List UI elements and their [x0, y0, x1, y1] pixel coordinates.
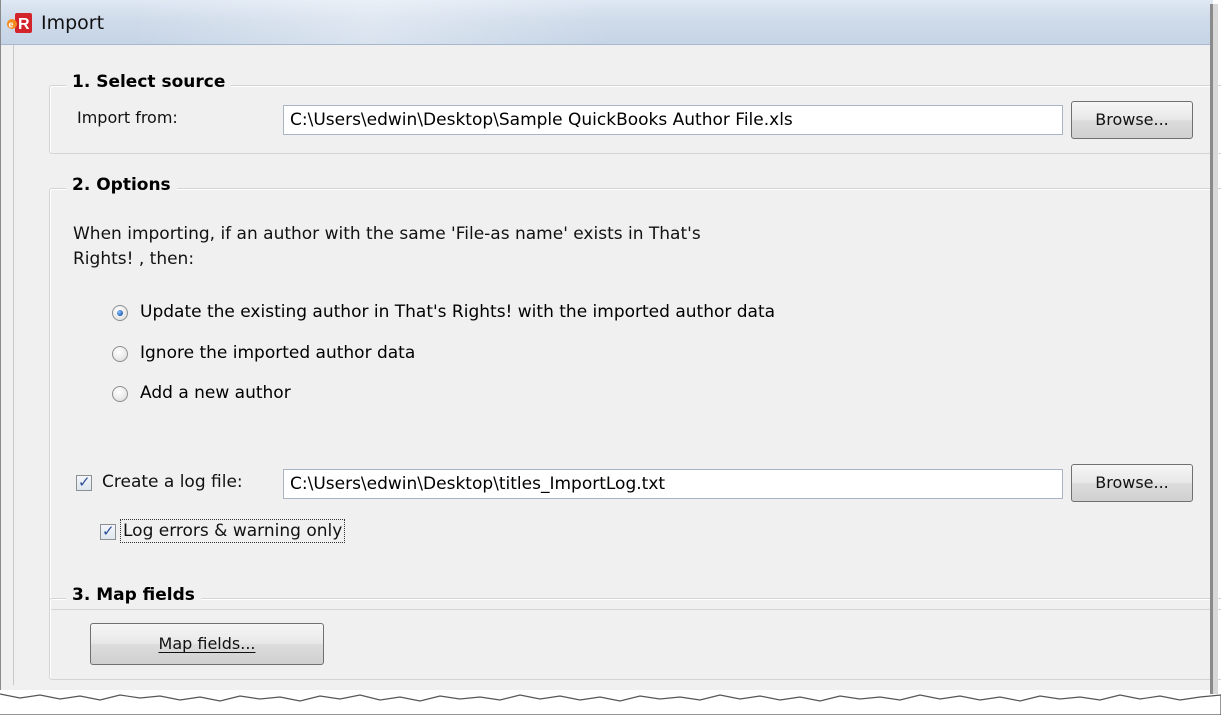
log-errors-label: Log errors & warning only	[120, 519, 346, 543]
create-log-label: Create a log file:	[102, 472, 243, 492]
options-group: 2. Options When importing, if an author …	[49, 175, 1221, 610]
options-description-line2: Rights! , then:	[73, 249, 195, 269]
radio-add-new-label: Add a new author	[140, 383, 291, 403]
er-app-icon: R e	[7, 13, 32, 33]
radio-button-selected[interactable]	[112, 305, 128, 321]
checkmark-icon: ✓	[102, 522, 115, 540]
import-from-label: Import from:	[77, 108, 178, 127]
title-bar[interactable]: R e Import	[1, 0, 1213, 45]
options-description-line1: When importing, if an author with the sa…	[73, 224, 701, 244]
svg-text:R: R	[18, 16, 30, 33]
radio-dot	[117, 310, 123, 316]
create-log-checkbox[interactable]: ✓	[76, 473, 92, 491]
radio-button[interactable]	[112, 346, 128, 362]
torn-edge-decoration	[0, 693, 1221, 715]
window-title: Import	[41, 12, 105, 34]
import-from-input[interactable]: C:\Users\edwin\Desktop\Sample QuickBooks…	[283, 105, 1063, 135]
radio-ignore-imported[interactable]: Ignore the imported author data	[112, 343, 612, 365]
radio-add-new-author[interactable]: Add a new author	[112, 383, 512, 405]
checkmark-icon: ✓	[78, 473, 91, 491]
create-log-checkbox-row[interactable]: ✓ Create a log file:	[76, 472, 276, 494]
map-fields-group: 3. Map fields Map fields...	[49, 585, 1221, 680]
browse-source-button[interactable]: Browse...	[1071, 101, 1193, 139]
dialog-body: 1. Select source Import from: C:\Users\e…	[13, 45, 1221, 685]
window-right-shadow	[1210, 4, 1218, 694]
log-errors-checkbox[interactable]: ✓	[100, 522, 116, 540]
select-source-heading: 1. Select source	[66, 72, 232, 92]
radio-button[interactable]	[112, 386, 128, 402]
import-window: R e Import 1. Select source Import from:…	[0, 0, 1221, 690]
svg-text:e: e	[9, 20, 14, 30]
radio-update-existing[interactable]: Update the existing author in That's Rig…	[112, 302, 912, 324]
map-fields-heading: 3. Map fields	[66, 585, 201, 605]
title-bar-glare	[131, 0, 611, 44]
radio-update-label: Update the existing author in That's Rig…	[140, 302, 776, 322]
log-file-input[interactable]: C:\Users\edwin\Desktop\titles_ImportLog.…	[283, 469, 1063, 499]
map-fields-button[interactable]: Map fields...	[90, 623, 324, 665]
options-heading: 2. Options	[66, 175, 177, 195]
select-source-group: 1. Select source Import from: C:\Users\e…	[49, 72, 1221, 154]
radio-ignore-label: Ignore the imported author data	[140, 343, 416, 363]
log-errors-checkbox-row[interactable]: ✓ Log errors & warning only	[100, 519, 400, 543]
browse-log-button[interactable]: Browse...	[1071, 464, 1193, 502]
